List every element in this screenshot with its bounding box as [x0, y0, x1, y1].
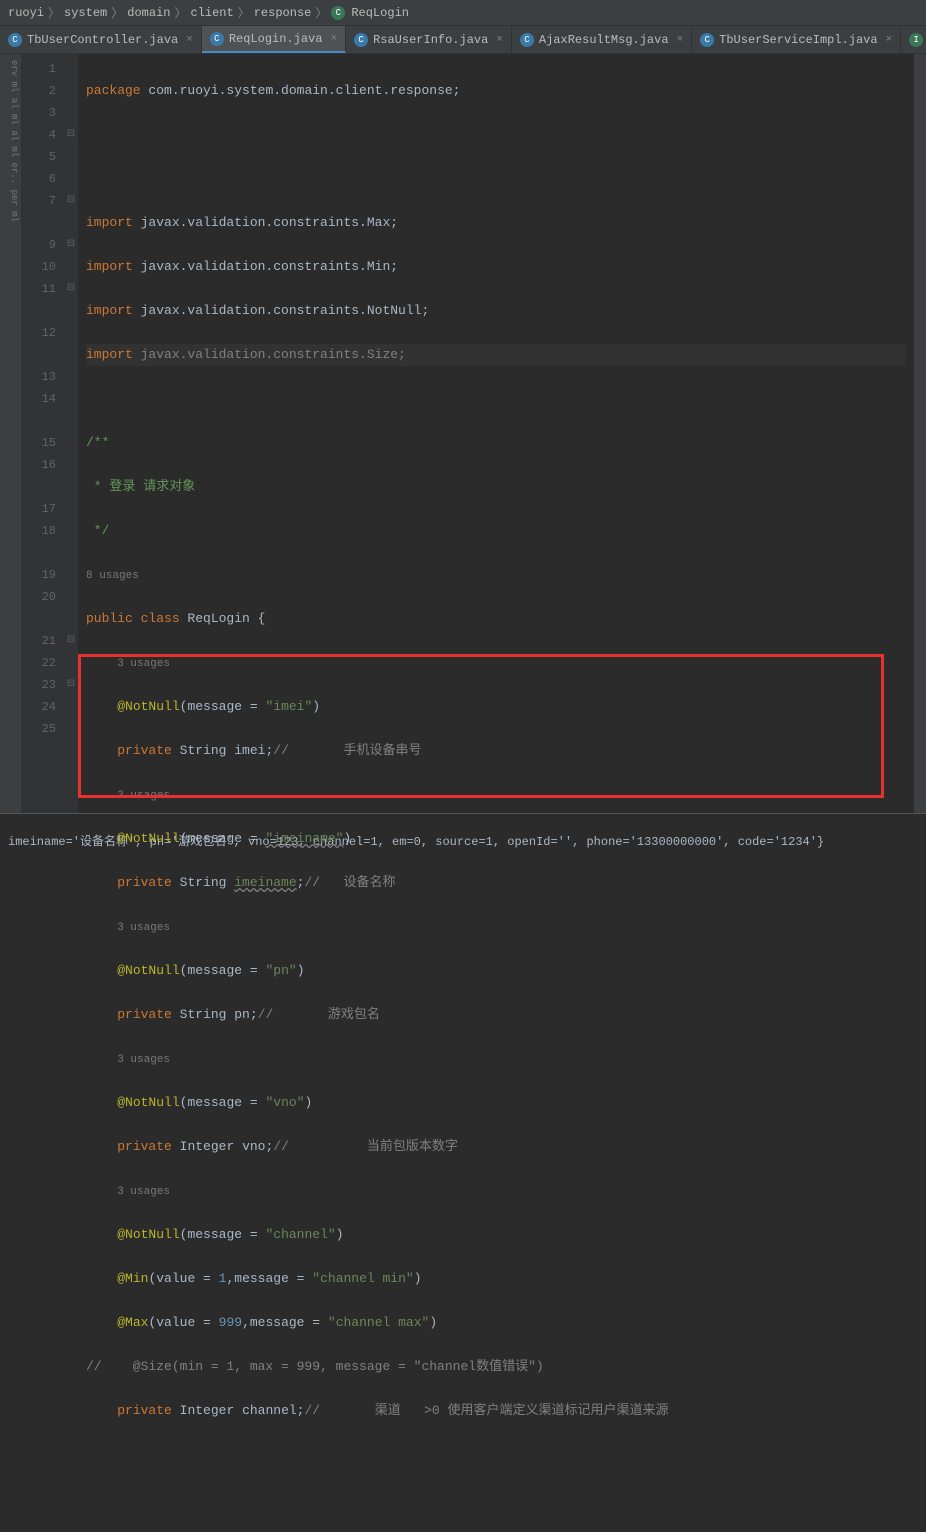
tab-tbuserserviceimpl[interactable]: C TbUserServiceImpl.java ×: [692, 26, 901, 53]
breadcrumb-item[interactable]: client: [191, 6, 234, 20]
code-editor[interactable]: 1234567 91011 12 1314 1516 1718 1920 212…: [22, 54, 926, 813]
interface-icon: I: [909, 33, 923, 47]
class-icon: C: [8, 33, 22, 47]
close-icon[interactable]: ×: [677, 34, 684, 46]
class-icon: C: [700, 33, 714, 47]
tab-rsauserinfo[interactable]: C RsaUserInfo.java ×: [346, 26, 512, 53]
close-icon[interactable]: ×: [496, 34, 503, 46]
breadcrumb-item[interactable]: system: [64, 6, 107, 20]
line-gutter: 1234567 91011 12 1314 1516 1718 1920 212…: [22, 54, 64, 813]
tab-tbusercontroller[interactable]: C TbUserController.java ×: [0, 26, 202, 53]
chevron-right-icon: 〉: [315, 4, 327, 21]
tab-label: AjaxResultMsg.java: [539, 33, 669, 47]
tool-window-bar[interactable]: erv ml al ml al ml er.. per ml: [0, 54, 22, 813]
chevron-right-icon: 〉: [238, 4, 250, 21]
close-icon[interactable]: ×: [886, 34, 893, 46]
highlight-box: [78, 654, 884, 798]
tab-label: TbUserServiceImpl.java: [719, 33, 877, 47]
chevron-right-icon: 〉: [48, 4, 60, 21]
breadcrumb-item[interactable]: ruoyi: [8, 6, 44, 20]
editor-tabs: C TbUserController.java × C ReqLogin.jav…: [0, 26, 926, 54]
close-icon[interactable]: ×: [330, 33, 337, 45]
breadcrumb-item[interactable]: response: [254, 6, 312, 20]
tab-reqlogin[interactable]: C ReqLogin.java ×: [202, 26, 346, 53]
fold-gutter[interactable]: ⊟ ⊟ ⊟ ⊟ ⊟ ⊟: [64, 54, 78, 813]
class-icon: C: [331, 6, 345, 20]
chevron-right-icon: 〉: [111, 4, 123, 21]
breadcrumb: ruoyi 〉 system 〉 domain 〉 client 〉 respo…: [0, 0, 926, 26]
class-icon: C: [210, 32, 224, 46]
tab-label: RsaUserInfo.java: [373, 33, 488, 47]
code-area[interactable]: package com.ruoyi.system.domain.client.r…: [78, 54, 914, 813]
scrollbar[interactable]: [914, 54, 926, 813]
close-icon[interactable]: ×: [186, 34, 193, 46]
breadcrumb-item[interactable]: ReqLogin: [351, 6, 409, 20]
chevron-right-icon: 〉: [174, 4, 186, 21]
tab-ajaxresultmsg[interactable]: C AjaxResultMsg.java ×: [512, 26, 692, 53]
class-icon: C: [354, 33, 368, 47]
class-icon: C: [520, 33, 534, 47]
breadcrumb-item[interactable]: domain: [127, 6, 170, 20]
tab-label: TbUserController.java: [27, 33, 178, 47]
tab-tbusermapper[interactable]: I TbUserMappe: [901, 26, 926, 53]
tab-label: ReqLogin.java: [229, 32, 323, 46]
